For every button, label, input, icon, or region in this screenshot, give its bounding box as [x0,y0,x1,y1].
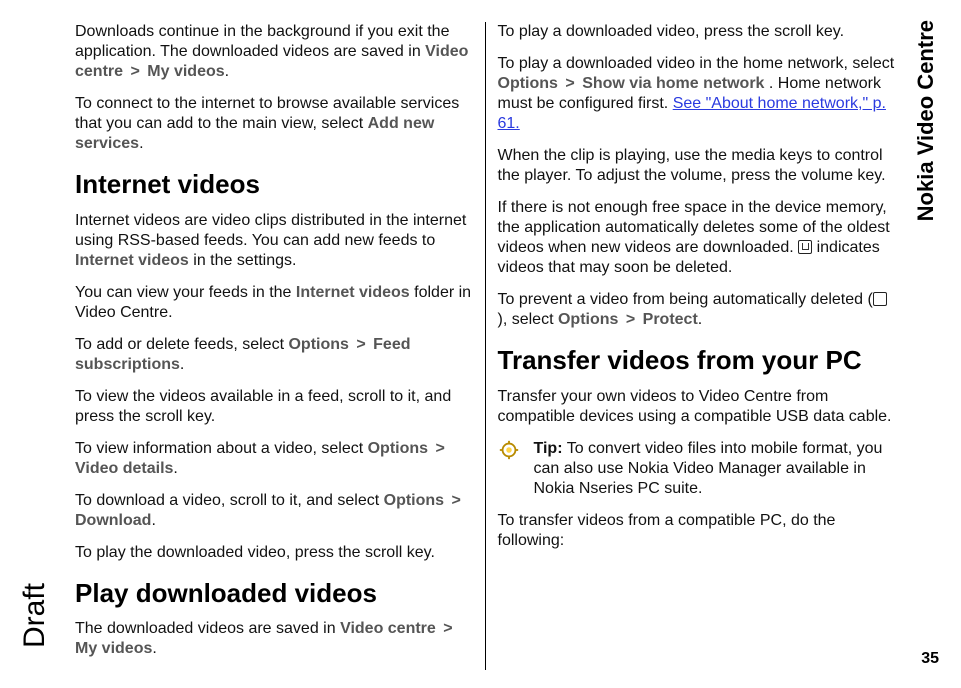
text: Internet videos are video clips distribu… [75,212,466,249]
breadcrumb-separator: > [127,63,142,80]
paragraph: To transfer videos from a compatible PC,… [498,511,896,551]
document-page: Downloads continue in the background if … [0,0,961,688]
text: To prevent a video from being automatica… [498,291,873,308]
text: ), select [498,311,558,328]
text: To download a video, scroll to it, and s… [75,492,384,509]
paragraph: If there is not enough free space in the… [498,198,896,278]
draft-watermark: Draft [18,583,52,648]
paragraph: The downloaded videos are saved in Video… [75,619,473,659]
paragraph: To view information about a video, selec… [75,439,473,479]
paragraph: To add or delete feeds, select Options >… [75,335,473,375]
ui-path-part: My videos [75,640,152,657]
paragraph: To connect to the internet to browse ava… [75,94,473,154]
text: . [225,63,229,80]
ui-path-part: Video details [75,460,173,477]
paragraph: To prevent a video from being automatica… [498,290,896,330]
ui-path-part: Video centre [340,620,436,637]
breadcrumb-separator: > [353,336,368,353]
main-content: Downloads continue in the background if … [75,22,895,670]
ui-path-part: Internet videos [296,284,410,301]
breadcrumb-separator: > [433,440,448,457]
section-heading-play-downloaded: Play downloaded videos [75,577,473,610]
paragraph: To download a video, scroll to it, and s… [75,491,473,531]
breadcrumb-separator: > [562,75,577,92]
ui-path-part: My videos [147,63,224,80]
text: . [139,135,143,152]
section-heading-internet-videos: Internet videos [75,168,473,201]
text: To play a downloaded video in the home n… [498,55,895,72]
paragraph: When the clip is playing, use the media … [498,146,896,186]
tip-text: Tip: To convert video files into mobile … [534,439,896,499]
text: Downloads continue in the background if … [75,23,449,60]
breadcrumb-separator: > [440,620,455,637]
paragraph: Downloads continue in the background if … [75,22,473,82]
ui-path-part: Download [75,512,151,529]
deletion-indicator-icon [798,240,812,254]
text: . [152,640,156,657]
ui-path-part: Options [384,492,444,509]
protect-indicator-icon [873,292,887,306]
text: . [180,356,184,373]
ui-path-part: Options [368,440,428,457]
section-heading-transfer-videos: Transfer videos from your PC [498,344,896,377]
text: . [698,311,702,328]
breadcrumb-separator: > [623,311,638,328]
right-column: To play a downloaded video, press the sc… [498,22,896,670]
paragraph: To play a downloaded video, press the sc… [498,22,896,42]
text: . [151,512,155,529]
column-divider [485,22,486,670]
breadcrumb-separator: > [449,492,464,509]
text: You can view your feeds in the [75,284,296,301]
text: The downloaded videos are saved in [75,620,340,637]
ui-path-part: Protect [643,311,698,328]
text: in the settings. [193,252,296,269]
page-number: 35 [921,650,939,668]
paragraph: You can view your feeds in the Internet … [75,283,473,323]
paragraph: Internet videos are video clips distribu… [75,211,473,271]
paragraph: To play the downloaded video, press the … [75,543,473,563]
tip-label: Tip: [534,440,563,457]
tip-block: Tip: To convert video files into mobile … [498,439,896,499]
ui-path-part: Options [558,311,618,328]
text: To view information about a video, selec… [75,440,368,457]
ui-path-part: Internet videos [75,252,189,269]
left-column: Downloads continue in the background if … [75,22,473,670]
tip-icon [498,439,520,461]
paragraph: To view the videos available in a feed, … [75,387,473,427]
paragraph: To play a downloaded video in the home n… [498,54,896,134]
paragraph: Transfer your own videos to Video Centre… [498,387,896,427]
text: To add or delete feeds, select [75,336,288,353]
section-tab-title: Nokia Video Centre [913,20,939,221]
ui-path-part: Show via home network [582,75,764,92]
ui-path-part: Options [498,75,558,92]
tip-body: To convert video files into mobile forma… [534,440,883,497]
ui-path-part: Options [288,336,348,353]
text: . [173,460,177,477]
